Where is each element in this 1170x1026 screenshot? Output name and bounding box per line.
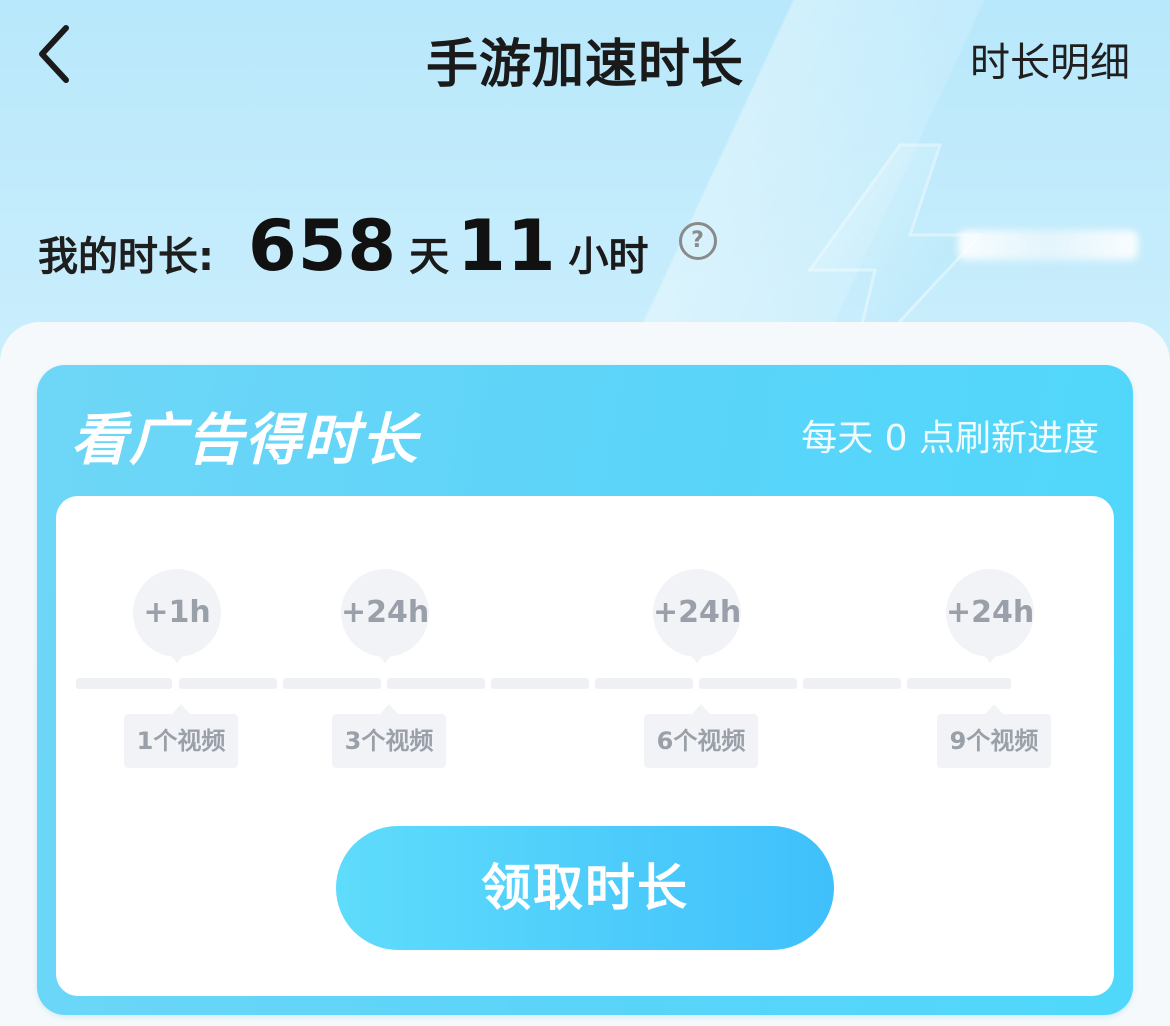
hours-value: 11 (457, 205, 557, 287)
days-unit: 天 (409, 234, 450, 280)
progress-panel: +1h +24h +24h +24h 1个视频 3个视频 6个视频 9个视频 领… (56, 496, 1114, 996)
days-value: 658 (248, 205, 398, 287)
refresh-note: 每天 0 点刷新进度 (801, 418, 1099, 459)
milestone-label: 3个视频 (332, 704, 446, 768)
watch-ad-card: 看广告得时长 每天 0 点刷新进度 +1h +24h +24h +24h 1个视… (37, 365, 1133, 1015)
reward-bubble: +24h (946, 569, 1034, 663)
reward-bubble: +1h (133, 569, 221, 663)
reward-bubble: +24h (653, 569, 741, 663)
progress-segment (595, 678, 693, 689)
my-duration-row: 我的时长: 658 天 11 小时 ? (38, 205, 717, 287)
progress-segment (907, 678, 1011, 689)
progress-segment (699, 678, 797, 689)
card-title: 看广告得时长 (71, 408, 419, 473)
claim-duration-button[interactable]: 领取时长 (336, 826, 834, 950)
progress-segment (491, 678, 589, 689)
progress-segment (387, 678, 485, 689)
help-icon[interactable]: ? (678, 222, 717, 260)
top-bar: 手游加速时长 时长明细 (0, 0, 1170, 110)
reward-bubble: +24h (341, 569, 429, 663)
progress-segment (283, 678, 381, 689)
progress-segment (803, 678, 901, 689)
hours-unit: 小时 (568, 234, 649, 280)
milestone-label: 6个视频 (644, 704, 758, 768)
progress-segment (179, 678, 277, 689)
blurred-text (958, 230, 1138, 260)
milestone-label: 9个视频 (937, 704, 1051, 768)
my-duration-label: 我的时长: (38, 234, 214, 280)
duration-detail-link[interactable]: 时长明细 (970, 30, 1130, 88)
progress-segment (76, 678, 172, 689)
milestone-label: 1个视频 (124, 704, 238, 768)
